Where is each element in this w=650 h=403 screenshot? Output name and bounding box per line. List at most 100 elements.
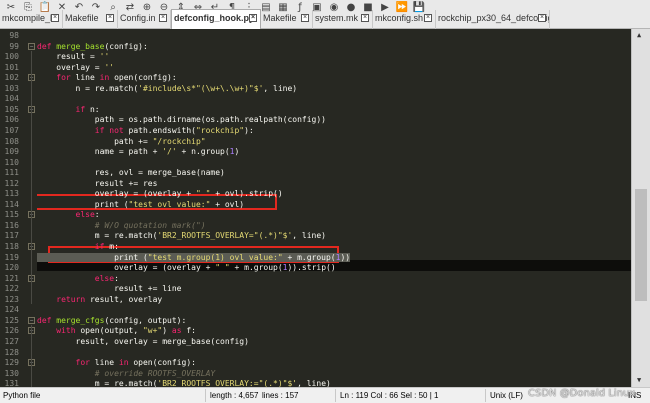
- code-token: "test ovl value:": [128, 199, 211, 209]
- fold-guide-line: [31, 51, 32, 305]
- code-line[interactable]: else:: [37, 273, 119, 284]
- code-line[interactable]: overlay = '': [37, 62, 114, 73]
- tab-7[interactable]: rockchip_px30_64_defconfig ×: [436, 10, 550, 29]
- line-number: 126: [4, 326, 19, 336]
- code-line[interactable]: path = os.path.dirname(os.path.realpath(…: [37, 114, 326, 125]
- code-editor[interactable]: def merge_base(config): result = '' over…: [37, 29, 631, 387]
- line-number: 102: [4, 73, 19, 83]
- tab-5[interactable]: system.mk ×: [313, 10, 373, 29]
- line-number: 110: [4, 157, 19, 167]
- code-token: result, overlay = merge_base(config): [37, 336, 249, 346]
- tab-close-icon[interactable]: ×: [361, 14, 369, 22]
- code-line[interactable]: name = path + '/' + n.group(1): [37, 146, 240, 157]
- code-line[interactable]: for line in open(config):: [37, 72, 176, 83]
- code-line[interactable]: with open(output, "w+") as f:: [37, 325, 196, 336]
- scroll-up-icon[interactable]: ▲: [637, 31, 641, 39]
- code-token: (config, output):: [104, 315, 187, 325]
- code-token: result += line: [37, 284, 182, 294]
- line-number: 127: [4, 336, 19, 346]
- code-token: merge_base: [56, 41, 105, 51]
- code-token: return: [37, 294, 90, 304]
- status-lines: lines : 157: [262, 391, 299, 400]
- tab-close-icon[interactable]: ×: [538, 14, 546, 22]
- line-number: 113: [4, 189, 19, 199]
- code-line[interactable]: result += line: [37, 283, 182, 294]
- line-number: 123: [4, 294, 19, 304]
- code-line[interactable]: if n:: [37, 104, 100, 115]
- code-line[interactable]: result = '': [37, 51, 109, 62]
- code-line[interactable]: print ("test m.group(1) ovl value:" + m.…: [37, 252, 351, 263]
- line-number: 115: [4, 210, 19, 220]
- tab-label: mkcompile_k: [2, 13, 55, 23]
- code-line[interactable]: path += "/rockchip": [37, 136, 206, 147]
- tab-label: system.mk: [315, 13, 359, 23]
- code-line[interactable]: def merge_cfgs(config, output):: [37, 315, 186, 326]
- code-token: '': [99, 52, 110, 62]
- tab-4[interactable]: Makefile ×: [261, 10, 313, 29]
- code-line[interactable]: else:: [37, 209, 100, 220]
- tab-close-icon[interactable]: ×: [249, 14, 257, 22]
- tab-3[interactable]: defconfig_hook.py ×: [171, 9, 261, 29]
- code-token: for: [37, 358, 95, 368]
- code-token: + n.group(: [176, 147, 230, 157]
- line-number: 101: [4, 62, 19, 72]
- code-line[interactable]: if m:: [37, 241, 119, 252]
- line-number: 103: [4, 83, 19, 93]
- code-token: " ": [195, 189, 211, 199]
- code-line[interactable]: if not path.endswith("rockchip"):: [37, 125, 254, 136]
- code-line[interactable]: # override ROOTFS_OVERLAY: [37, 368, 215, 379]
- vertical-scrollbar[interactable]: ▲ ▼: [631, 29, 650, 387]
- fold-toggle-icon[interactable]: −: [28, 316, 35, 324]
- tab-close-icon[interactable]: ×: [424, 14, 432, 22]
- code-token: 'BR2_ROOTFS_OVERLAY="(.*)"$': [157, 231, 293, 241]
- tab-1[interactable]: Makefile ×: [63, 10, 118, 29]
- line-number: 109: [4, 147, 19, 157]
- code-token: (config):: [104, 41, 148, 51]
- line-number: 104: [4, 94, 19, 104]
- code-line[interactable]: result, overlay = merge_base(config): [37, 336, 249, 347]
- code-token: overlay =: [37, 62, 105, 72]
- code-token: with: [37, 326, 81, 336]
- code-line[interactable]: res, ovl = merge_base(name): [37, 167, 225, 178]
- code-token: m = re.match(: [37, 379, 158, 387]
- line-number: 107: [4, 125, 19, 135]
- tab-6[interactable]: mkconfig.sh ×: [373, 10, 436, 29]
- scroll-down-icon[interactable]: ▼: [637, 376, 641, 384]
- status-length: length : 4,657: [210, 391, 259, 400]
- tab-close-icon[interactable]: ×: [301, 14, 309, 22]
- tab-close-icon[interactable]: ×: [106, 14, 114, 22]
- code-line[interactable]: overlay = (overlay + " " + ovl).strip(): [37, 188, 283, 199]
- code-line[interactable]: m = re.match('BR2_ROOTFS_OVERLAY:="(.*)"…: [37, 378, 331, 387]
- code-line[interactable]: return result, overlay: [37, 294, 162, 305]
- code-token: path.endswith(: [128, 125, 196, 135]
- code-token: result =: [37, 52, 100, 62]
- tab-close-icon[interactable]: ×: [159, 14, 167, 22]
- code-line[interactable]: for line in open(config):: [37, 357, 196, 368]
- code-token: print (: [37, 199, 129, 209]
- code-token: '#include\s*"(\w+\.\w+)"$': [138, 83, 264, 93]
- code-line[interactable]: def merge_base(config):: [37, 41, 148, 52]
- code-line[interactable]: print ("test ovl value:" + ovl): [37, 199, 244, 210]
- code-line[interactable]: overlay = (overlay + " " + m.group(1)).s…: [37, 262, 336, 273]
- scrollbar-thumb[interactable]: [635, 189, 647, 301]
- code-line[interactable]: m = re.match('BR2_ROOTFS_OVERLAY="(.*)"$…: [37, 230, 326, 241]
- code-token: m:: [109, 242, 119, 251]
- tab-label: defconfig_hook.py: [174, 13, 255, 23]
- code-token: name = path +: [37, 147, 163, 157]
- code-token: '': [104, 62, 115, 72]
- code-token: def: [37, 41, 57, 51]
- tab-close-icon[interactable]: ×: [51, 14, 59, 22]
- code-token: as: [171, 326, 187, 336]
- code-line[interactable]: n = re.match('#include\s*"(\w+\.\w+)"$',…: [37, 83, 298, 94]
- code-token: "/rockchip": [152, 136, 206, 146]
- fold-toggle-icon[interactable]: −: [28, 42, 35, 50]
- code-line[interactable]: result += res: [37, 178, 158, 189]
- code-token: f:: [186, 326, 196, 336]
- tab-2[interactable]: Config.in ×: [118, 10, 171, 29]
- tab-0[interactable]: mkcompile_k ×: [0, 10, 63, 29]
- code-line[interactable]: # W/O quotation mark("): [37, 220, 206, 231]
- line-number: 98: [9, 31, 19, 40]
- line-number: 108: [4, 136, 19, 146]
- line-number: 100: [4, 52, 19, 62]
- code-token: def: [37, 315, 57, 325]
